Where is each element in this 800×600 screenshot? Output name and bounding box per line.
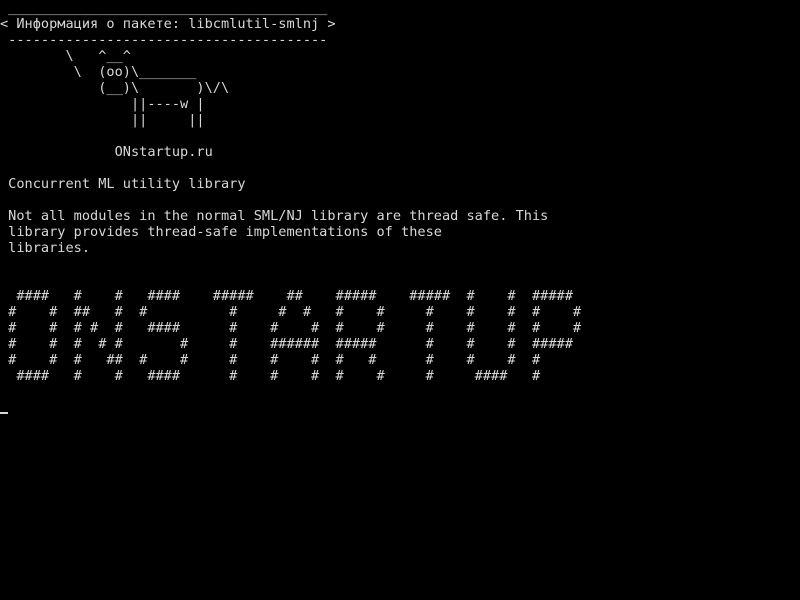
terminal-screen[interactable]: _______________________________________ … (0, 0, 800, 600)
speech-bubble-top: _______________________________________ (0, 0, 328, 16)
cow-art-line: || || (0, 112, 205, 128)
package-description: libraries. (0, 240, 91, 256)
text-cursor (0, 412, 8, 414)
speech-bubble-text: < Информация о пакете: libcmlutil-smlnj … (0, 16, 336, 32)
banner-art-line: #### # # #### ##### ## ##### ##### # # #… (0, 288, 573, 304)
banner-art-line: # # # # # #### # # # # # # # # # # (0, 320, 582, 336)
speech-bubble-bottom: --------------------------------------- (0, 32, 328, 48)
package-description: Not all modules in the normal SML/NJ lib… (0, 208, 549, 224)
banner-art-line: # # # # # # # ###### ##### # # # ##### (0, 336, 573, 352)
banner-art-line: # # # ## # # # # # # # # # # # (0, 352, 541, 368)
site-credit: ONstartup.ru (0, 144, 213, 160)
package-description: library provides thread-safe implementat… (0, 224, 442, 240)
banner-art-line: #### # # #### # # # # # # #### # (0, 368, 541, 384)
cow-art-line: \ ^__^ (0, 48, 131, 64)
cow-art-line: ||----w | (0, 96, 205, 112)
cow-art-line: (__)\ )\/\ (0, 80, 230, 96)
banner-art-line: # # ## # # # # # # # # # # # # (0, 304, 582, 320)
package-summary: Concurrent ML utility library (0, 176, 246, 192)
cow-art-line: \ (oo)\_______ (0, 64, 197, 80)
